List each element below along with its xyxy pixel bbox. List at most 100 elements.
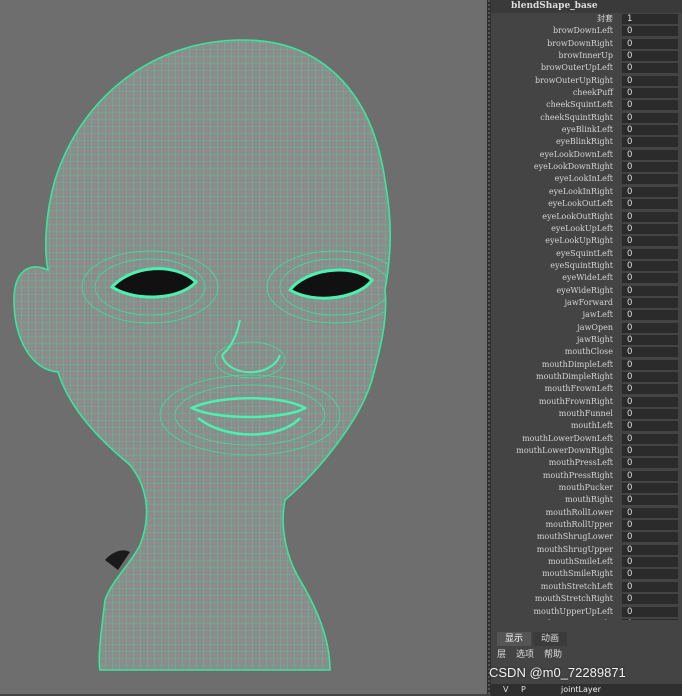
attribute-row[interactable]: cheekSquintRight 0 xyxy=(491,112,682,124)
attribute-row[interactable]: cheekPuff 0 xyxy=(491,87,682,99)
attribute-row[interactable]: eyeLookUpLeft 0 xyxy=(491,223,682,235)
attribute-label[interactable]: eyeLookDownRight xyxy=(493,161,613,173)
attribute-row[interactable]: eyeBlinkLeft 0 xyxy=(491,124,682,136)
attribute-label[interactable]: mouthFrownLeft xyxy=(493,383,613,395)
attribute-row[interactable]: mouthStretchRight 0 xyxy=(491,593,682,605)
attribute-label[interactable]: mouthPressLeft xyxy=(493,457,613,469)
attribute-label[interactable]: mouthShrugLower xyxy=(493,531,613,543)
attribute-row[interactable]: cheekSquintLeft 0 xyxy=(491,99,682,111)
attribute-row[interactable]: mouthUpperUpLeft 0 xyxy=(491,606,682,618)
attribute-value-field[interactable]: 0 xyxy=(622,458,678,469)
attribute-label[interactable]: eyeSquintRight xyxy=(493,260,613,272)
attribute-row[interactable]: browDownRight 0 xyxy=(491,38,682,50)
viewport-3d[interactable] xyxy=(0,0,487,694)
layer-row[interactable]: V P jointLayer xyxy=(491,684,682,696)
attribute-value-field[interactable]: 0 xyxy=(622,112,678,123)
menu-layers[interactable]: 层 xyxy=(497,648,506,662)
attribute-label[interactable]: mouthLowerDownLeft xyxy=(493,433,613,445)
attribute-value-field[interactable]: 0 xyxy=(622,557,678,568)
attribute-label[interactable]: mouthPucker xyxy=(493,482,613,494)
attribute-value-field[interactable]: 0 xyxy=(622,223,678,234)
attribute-value-field[interactable]: 0 xyxy=(622,581,678,592)
attribute-label[interactable]: eyeLookOutLeft xyxy=(493,198,613,210)
attribute-row[interactable]: jawRight 0 xyxy=(491,334,682,346)
attribute-value-field[interactable]: 0 xyxy=(622,371,678,382)
attribute-label[interactable]: mouthFrownRight xyxy=(493,396,613,408)
attribute-value-field[interactable]: 0 xyxy=(622,544,678,555)
attribute-value-field[interactable]: 0 xyxy=(622,322,678,333)
attribute-label[interactable]: eyeLookUpLeft xyxy=(493,223,613,235)
attribute-row[interactable]: mouthFrownRight 0 xyxy=(491,396,682,408)
attribute-row[interactable]: eyeLookOutLeft 0 xyxy=(491,198,682,210)
attribute-label[interactable]: mouthSmileLeft xyxy=(493,556,613,568)
attribute-label[interactable]: mouthSmileRight xyxy=(493,568,613,580)
attribute-label[interactable]: eyeWideRight xyxy=(493,285,613,297)
attribute-label[interactable]: eyeLookInRight xyxy=(493,186,613,198)
attribute-row[interactable]: mouthClose 0 xyxy=(491,346,682,358)
attribute-row[interactable]: eyeSquintRight 0 xyxy=(491,260,682,272)
attribute-value-field[interactable]: 1 xyxy=(622,14,678,24)
attribute-row[interactable]: eyeBlinkRight 0 xyxy=(491,136,682,148)
attribute-value-field[interactable]: 0 xyxy=(622,186,678,197)
node-name-header[interactable]: blendShape_base xyxy=(491,0,682,13)
attribute-value-field[interactable]: 0 xyxy=(622,359,678,370)
attribute-row[interactable]: browDownLeft 0 xyxy=(491,25,682,37)
attribute-label[interactable]: eyeLookOutRight xyxy=(493,211,613,223)
attribute-row[interactable]: mouthDimpleLeft 0 xyxy=(491,359,682,371)
attribute-label[interactable]: mouthUpperUpRight xyxy=(493,618,613,620)
attribute-row[interactable]: eyeLookDownLeft 0 xyxy=(491,149,682,161)
attribute-row[interactable]: browOuterUpRight 0 xyxy=(491,75,682,87)
attribute-row[interactable]: eyeWideRight 0 xyxy=(491,285,682,297)
layer-visibility-toggle[interactable]: V xyxy=(503,684,508,696)
attribute-label[interactable]: browInnerUp xyxy=(493,50,614,62)
attribute-label[interactable]: jawForward xyxy=(493,297,613,309)
attribute-label[interactable]: mouthShrugUpper xyxy=(493,544,613,556)
attribute-value-field[interactable]: 0 xyxy=(622,594,678,605)
attribute-value-field[interactable]: 0 xyxy=(622,149,678,160)
attribute-row[interactable]: eyeLookOutRight 0 xyxy=(491,211,682,223)
attribute-label[interactable]: browOuterUpRight xyxy=(493,75,613,87)
attribute-row[interactable]: mouthUpperUpRight 0 xyxy=(491,618,682,620)
menu-options[interactable]: 选项 xyxy=(516,648,534,662)
attribute-row[interactable]: mouthLowerDownLeft 0 xyxy=(491,433,682,445)
attribute-row[interactable]: jawForward 0 xyxy=(491,297,682,309)
tab-display[interactable]: 显示 xyxy=(497,632,532,646)
attribute-label[interactable]: mouthRollUpper xyxy=(493,519,613,531)
attribute-value-field[interactable]: 0 xyxy=(622,162,678,173)
attribute-label[interactable]: mouthLowerDownRight xyxy=(493,445,613,457)
attribute-value-field[interactable]: 0 xyxy=(622,260,678,271)
attribute-row[interactable]: mouthPressLeft 0 xyxy=(491,457,682,469)
attribute-label[interactable]: mouthStretchLeft xyxy=(493,581,613,593)
attribute-row[interactable]: browInnerUp 0 xyxy=(491,50,682,62)
attribute-value-field[interactable]: 0 xyxy=(622,137,678,148)
attribute-label[interactable]: mouthPressRight xyxy=(493,470,613,482)
attribute-value-field[interactable]: 0 xyxy=(622,470,678,481)
attribute-value-field[interactable]: 0 xyxy=(622,520,678,531)
attribute-label[interactable]: mouthDimpleLeft xyxy=(493,359,613,371)
attribute-label[interactable]: eyeLookInLeft xyxy=(493,173,613,185)
attribute-value-field[interactable]: 0 xyxy=(622,297,678,308)
attribute-value-field[interactable]: 0 xyxy=(622,75,678,86)
attribute-label[interactable]: eyeLookUpRight xyxy=(493,235,613,247)
attribute-label[interactable]: mouthClose xyxy=(493,346,613,358)
attribute-row[interactable]: mouthSmileLeft 0 xyxy=(491,556,682,568)
attribute-label[interactable]: eyeSquintLeft xyxy=(493,248,613,260)
attribute-row[interactable]: jawLeft 0 xyxy=(491,309,682,321)
attribute-value-field[interactable]: 0 xyxy=(622,88,678,99)
attribute-value-field[interactable]: 0 xyxy=(622,569,678,580)
attribute-label[interactable]: eyeBlinkLeft xyxy=(493,124,613,136)
attribute-label[interactable]: jawOpen xyxy=(493,322,613,334)
attribute-row[interactable]: mouthShrugUpper 0 xyxy=(491,544,682,556)
attribute-value-field[interactable]: 0 xyxy=(622,125,678,136)
attribute-value-field[interactable]: 0 xyxy=(622,248,678,259)
attribute-row[interactable]: browOuterUpLeft 0 xyxy=(491,62,682,74)
attribute-value-field[interactable]: 0 xyxy=(622,174,678,185)
attribute-value-field[interactable]: 0 xyxy=(622,26,678,37)
attribute-row[interactable]: mouthStretchLeft 0 xyxy=(491,581,682,593)
attribute-value-field[interactable]: 0 xyxy=(622,421,678,432)
attribute-value-field[interactable]: 0 xyxy=(622,483,678,494)
attribute-value-field[interactable]: 0 xyxy=(622,211,678,222)
attribute-label[interactable]: mouthRight xyxy=(493,494,613,506)
tab-animation[interactable]: 动画 xyxy=(533,632,568,646)
attribute-row[interactable]: mouthRollLower 0 xyxy=(491,507,682,519)
